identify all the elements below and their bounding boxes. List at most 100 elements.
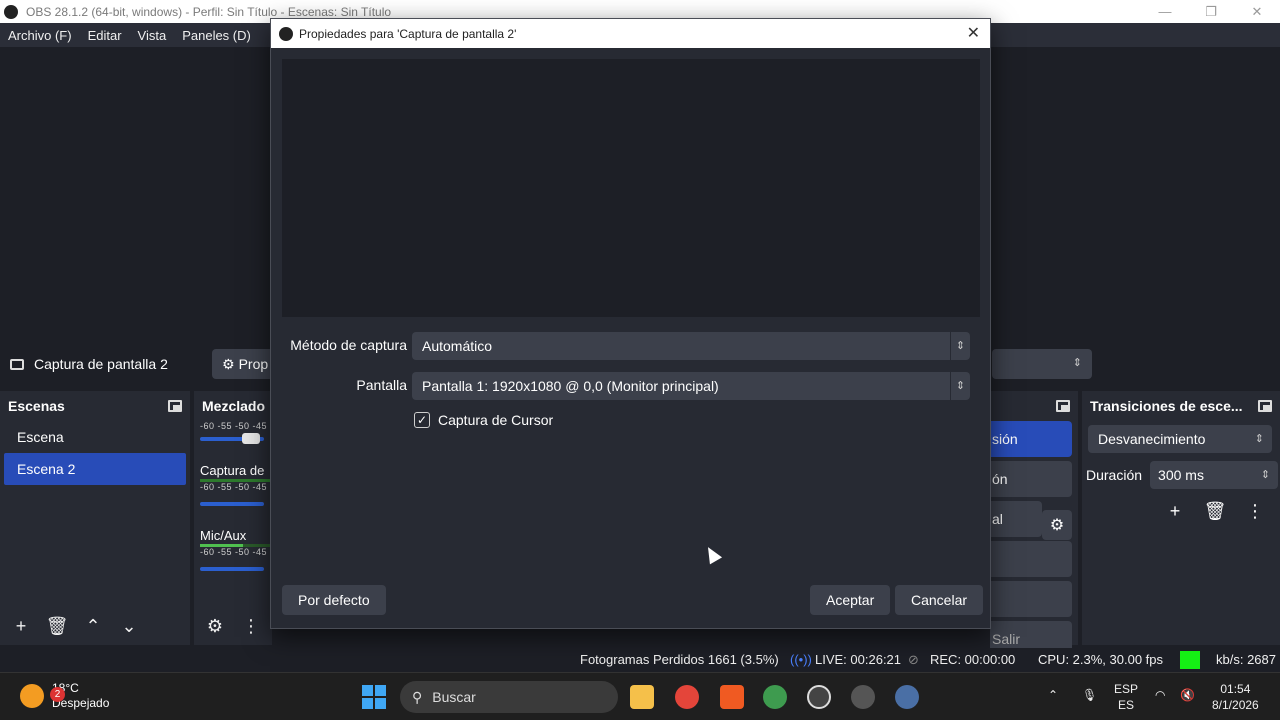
- close-icon[interactable]: ✕: [967, 23, 980, 43]
- scenes-header: Escenas: [0, 391, 190, 421]
- brave-icon[interactable]: [720, 685, 744, 709]
- lang-top: ESP: [1114, 682, 1139, 696]
- wifi-icon[interactable]: ◠: [1155, 687, 1165, 703]
- microphone-icon[interactable]: 🎙: [1082, 687, 1097, 703]
- float-icon[interactable]: [1056, 400, 1070, 412]
- dialog-titlebar: Propiedades para 'Captura de pantalla 2'…: [271, 19, 990, 48]
- capture-cursor-label: Captura de Cursor: [438, 412, 554, 428]
- chrome-icon[interactable]: [675, 685, 699, 709]
- fader-knob[interactable]: [242, 433, 260, 444]
- speaker-muted-icon[interactable]: 🔇: [1180, 687, 1195, 703]
- delete-transition-button[interactable]: 🗑: [1200, 497, 1230, 525]
- scene-item-escena[interactable]: Escena: [4, 421, 186, 453]
- screen-select[interactable]: Pantalla 1: 1920x1080 @ 0,0 (Monitor pri…: [412, 372, 970, 400]
- scenes-title: Escenas: [8, 398, 65, 414]
- date: 8/1/2026: [1212, 698, 1259, 712]
- mixer-dock: Mezclado -60 -55 -50 -45 Captura de -60 …: [194, 391, 272, 645]
- app-icon[interactable]: [851, 685, 875, 709]
- updown-arrow-icon: ⇕: [1072, 357, 1082, 369]
- start-streaming-button[interactable]: sión: [990, 421, 1072, 457]
- updown-arrow-icon: ⇕: [950, 372, 970, 400]
- capture-preview: [282, 59, 980, 317]
- clock[interactable]: 01:54 8/1/2026: [1212, 681, 1259, 713]
- float-icon[interactable]: [1258, 400, 1272, 412]
- screen-label: Pantalla: [356, 377, 407, 393]
- window-controls: — ❐ ✕: [1142, 0, 1280, 23]
- maximize-button[interactable]: ❐: [1188, 0, 1234, 23]
- menu-paneles[interactable]: Paneles (D): [174, 28, 259, 43]
- cancel-button[interactable]: Cancelar: [895, 585, 984, 615]
- capture-cursor-checkbox[interactable]: ✓: [414, 412, 430, 428]
- lang-bottom: ES: [1118, 698, 1135, 712]
- cpu-usage: CPU: 2.3%, 30.00 fps: [1038, 652, 1164, 667]
- transition-menu-dots-icon[interactable]: ⋮: [1240, 497, 1270, 525]
- updown-arrow-icon: ⇕: [1254, 433, 1264, 445]
- monitor-icon: [10, 358, 24, 370]
- screen-row: Pantalla Pantalla 1: 1920x1080 @ 0,0 (Mo…: [271, 372, 992, 400]
- menu-editar[interactable]: Editar: [80, 28, 130, 43]
- mixer-channel-capture: Captura de -60 -55 -50 -45: [194, 463, 272, 506]
- properties-label: Prop: [238, 356, 269, 372]
- sun-icon: [20, 684, 44, 708]
- mixer-header: Mezclado: [194, 391, 272, 421]
- properties-button[interactable]: ⚙ Prop: [212, 349, 279, 379]
- weather-widget[interactable]: 2 18°C Despejado: [20, 681, 109, 711]
- taskbar-search[interactable]: ⚲ Buscar: [400, 681, 618, 713]
- start-recording-button[interactable]: ón: [990, 461, 1072, 497]
- scenes-dock: Escenas Escena Escena 2 + 🗑 ⌃ ⌄: [0, 391, 190, 645]
- obs-logo-icon: [279, 26, 293, 41]
- spin-arrows-icon[interactable]: ⇕: [1261, 461, 1270, 489]
- tray-chevron-icon[interactable]: ⌃: [1048, 687, 1058, 703]
- accept-button[interactable]: Aceptar: [810, 585, 891, 615]
- chrome-profile-icon[interactable]: [763, 685, 787, 709]
- rec-icon: ⊘: [908, 652, 919, 667]
- volume-fader[interactable]: [200, 502, 264, 506]
- minimize-button[interactable]: —: [1142, 0, 1188, 23]
- duration-row: Duración 300 ms ⇕: [1082, 461, 1280, 489]
- source-select[interactable]: ⇕: [992, 349, 1092, 379]
- virtual-camera-button[interactable]: al: [990, 501, 1042, 537]
- capture-method-select[interactable]: Automático ⇕: [412, 332, 970, 360]
- menu-vista[interactable]: Vista: [130, 28, 175, 43]
- float-icon[interactable]: [168, 400, 182, 412]
- transitions-title: Transiciones de esce...: [1090, 398, 1243, 414]
- file-explorer-icon[interactable]: [630, 685, 654, 709]
- capture-cursor-option[interactable]: ✓ Captura de Cursor: [414, 412, 553, 428]
- virtual-camera-settings-gear-icon[interactable]: ⚙: [1042, 510, 1072, 540]
- defaults-button[interactable]: Por defecto: [282, 585, 386, 615]
- obs-logo-icon: [4, 4, 18, 19]
- settings-gear-icon[interactable]: [895, 685, 919, 709]
- menu-archivo[interactable]: Archivo (F): [0, 28, 80, 43]
- add-scene-button[interactable]: +: [6, 613, 36, 639]
- close-window-button[interactable]: ✕: [1234, 0, 1280, 23]
- add-transition-button[interactable]: +: [1160, 497, 1190, 525]
- bitrate: kb/s: 2687: [1216, 652, 1276, 667]
- scene-item-escena-2[interactable]: Escena 2: [4, 453, 186, 485]
- scene-label: Escena 2: [17, 461, 76, 477]
- volume-fader[interactable]: [200, 567, 264, 571]
- volume-fader[interactable]: [200, 433, 264, 444]
- move-up-button[interactable]: ⌃: [78, 613, 108, 639]
- menu-dots-icon[interactable]: ⋮: [236, 613, 266, 639]
- duration-spinbox[interactable]: 300 ms ⇕: [1150, 461, 1279, 489]
- obs-taskbar-icon[interactable]: [807, 685, 831, 709]
- language-indicator[interactable]: ESP ES: [1114, 681, 1138, 713]
- properties-dialog: Propiedades para 'Captura de pantalla 2'…: [270, 18, 991, 629]
- move-down-button[interactable]: ⌄: [114, 613, 144, 639]
- source-name: Captura de pantalla 2: [34, 356, 168, 372]
- live-time: LIVE: 00:26:21: [815, 652, 902, 667]
- windows-start-icon[interactable]: [362, 685, 386, 709]
- mixer-title: Mezclado: [202, 398, 266, 414]
- selected-source: Captura de pantalla 2: [0, 356, 168, 372]
- capture-method-label: Método de captura: [290, 337, 407, 353]
- studio-mode-button[interactable]: [990, 541, 1072, 577]
- advanced-audio-gear-icon[interactable]: ⚙: [200, 613, 230, 639]
- gear-icon: ⚙: [222, 355, 235, 372]
- delete-scene-button[interactable]: 🗑: [42, 613, 72, 639]
- transition-select[interactable]: Desvanecimiento ⇕: [1088, 425, 1272, 453]
- settings-button[interactable]: [990, 581, 1072, 617]
- scene-label: Escena: [17, 429, 64, 445]
- dropped-frames: Fotogramas Perdidos 1661 (3.5%): [580, 652, 779, 667]
- live-signal-icon: ((•)): [790, 652, 812, 667]
- transition-value: Desvanecimiento: [1098, 431, 1206, 447]
